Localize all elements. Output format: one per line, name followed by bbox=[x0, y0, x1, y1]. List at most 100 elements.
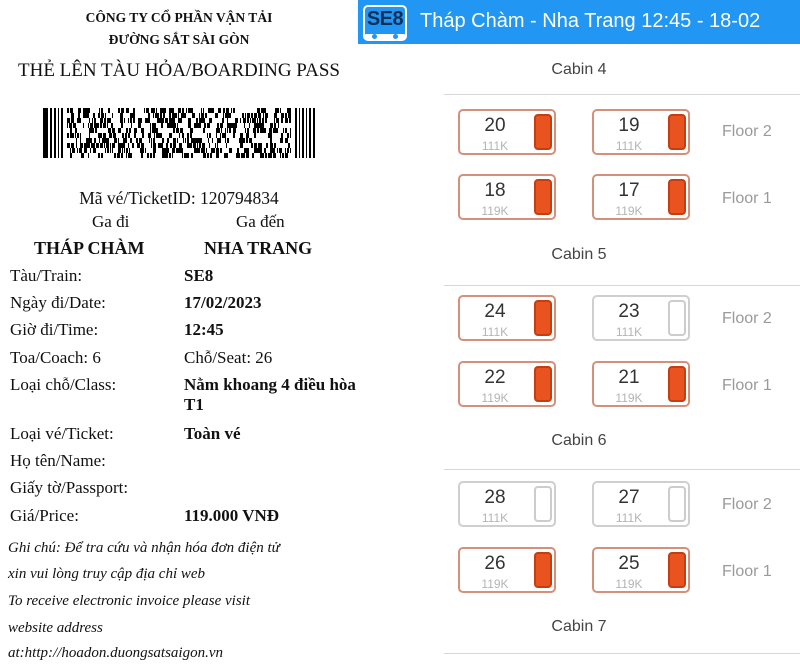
seat-23[interactable]: 23 111K bbox=[592, 295, 690, 341]
seat-status-indicator bbox=[534, 366, 552, 402]
seat-price: 111K bbox=[615, 325, 643, 337]
seat-status-indicator bbox=[668, 179, 686, 215]
floor-label: Floor 1 bbox=[722, 190, 772, 207]
seat-price: 119K bbox=[481, 204, 509, 216]
train-icon-base bbox=[365, 34, 405, 39]
seat-status-indicator bbox=[668, 300, 686, 336]
seat-27[interactable]: 27 111K bbox=[592, 481, 690, 527]
train-code: SE8 bbox=[366, 8, 404, 30]
coach-text: Toa/Coach: 6 bbox=[10, 348, 101, 367]
price-label: Giá/Price: bbox=[10, 506, 79, 525]
note-line: xin vui lòng truy cập địa chỉ web bbox=[8, 566, 206, 582]
seat-price: 119K bbox=[615, 391, 643, 403]
seat-number: 19 bbox=[618, 115, 640, 136]
floor-label: Floor 1 bbox=[722, 563, 772, 580]
seat-price: 119K bbox=[615, 577, 643, 589]
date-label: Ngày đi/Date: bbox=[10, 293, 106, 312]
train-icon: SE8 bbox=[363, 5, 407, 41]
cabin-label: Cabin 6 bbox=[551, 432, 607, 449]
train-icon-lamp bbox=[372, 34, 377, 39]
seat-price: 119K bbox=[481, 577, 509, 589]
cabin-divider bbox=[444, 653, 800, 654]
seat-status-indicator bbox=[534, 552, 552, 588]
class-value: Nằm khoang 4 điều hòa T1 bbox=[184, 375, 356, 414]
seat-22[interactable]: 22 119K bbox=[458, 361, 556, 407]
seat-number: 24 bbox=[484, 301, 506, 322]
ticket-type-value: Toàn vé bbox=[184, 424, 241, 443]
seat-price: 111K bbox=[615, 511, 643, 523]
route-title: Tháp Chàm - Nha Trang 12:45 - 18-02 bbox=[420, 10, 761, 32]
seat-text: Chỗ/Seat: 26 bbox=[184, 348, 273, 367]
seat-19[interactable]: 19 111K bbox=[592, 109, 690, 155]
seat-number: 26 bbox=[484, 553, 506, 574]
cabin-divider bbox=[444, 94, 800, 95]
invoice-url[interactable]: at:http://hoadon.duongsatsaigon.vn bbox=[8, 645, 223, 662]
floor-label: Floor 2 bbox=[722, 496, 772, 513]
company-name-line2: ĐƯỜNG SẮT SÀI GÒN bbox=[108, 32, 250, 47]
time-row: Giờ đi/Time: 12:45 bbox=[0, 320, 358, 344]
departure-station-label: Ga đi bbox=[92, 212, 130, 231]
passport-row: Giấy tờ/Passport: bbox=[0, 478, 358, 502]
class-label: Loại chỗ/Class: bbox=[10, 375, 117, 394]
seat-status-indicator bbox=[668, 552, 686, 588]
seat-price: 111K bbox=[481, 511, 509, 523]
seat-26[interactable]: 26 119K bbox=[458, 547, 556, 593]
seat-number: 20 bbox=[484, 115, 506, 136]
floor-label: Floor 2 bbox=[722, 310, 772, 327]
cabin-divider bbox=[444, 285, 800, 286]
note-line: To receive electronic invoice please vis… bbox=[8, 593, 250, 609]
seat-number: 27 bbox=[618, 487, 640, 508]
coach-seat-row: Toa/Coach: 6 Chỗ/Seat: 26 bbox=[0, 348, 358, 372]
seat-18[interactable]: 18 119K bbox=[458, 174, 556, 220]
arrival-station-label: Ga đến bbox=[236, 212, 285, 231]
company-name-line1: CÔNG TY CỔ PHẦN VẬN TẢI bbox=[85, 10, 273, 25]
seat-20[interactable]: 20 111K bbox=[458, 109, 556, 155]
price-row: Giá/Price: 119.000 VNĐ bbox=[0, 506, 358, 530]
seat-price: 119K bbox=[615, 204, 643, 216]
seat-17[interactable]: 17 119K bbox=[592, 174, 690, 220]
boarding-pass-title: THẺ LÊN TÀU HỎA/BOARDING PASS bbox=[18, 60, 340, 81]
train-row: Tàu/Train: SE8 bbox=[0, 266, 358, 290]
ticket-id: Mã vé/TicketID: 120794834 bbox=[79, 188, 279, 208]
floor-label: Floor 1 bbox=[722, 377, 772, 394]
price-value: 119.000 VNĐ bbox=[184, 506, 280, 525]
date-row: Ngày đi/Date: 17/02/2023 bbox=[0, 293, 358, 317]
note-line: Ghi chú: Để tra cứu và nhận hóa đơn điện… bbox=[8, 540, 280, 556]
seat-28[interactable]: 28 111K bbox=[458, 481, 556, 527]
seat-status-indicator bbox=[534, 486, 552, 522]
seat-number: 23 bbox=[618, 301, 640, 322]
seat-map-app: SE8 Tháp Chàm - Nha Trang 12:45 - 18-02 … bbox=[358, 0, 800, 666]
arrival-station: NHA TRANG bbox=[204, 238, 313, 258]
seat-price: 111K bbox=[481, 139, 509, 151]
boarding-pass: CÔNG TY CỔ PHẦN VẬN TẢI ĐƯỜNG SẮT SÀI GÒ… bbox=[0, 0, 358, 666]
name-row: Họ tên/Name: bbox=[0, 451, 358, 475]
seat-21[interactable]: 21 119K bbox=[592, 361, 690, 407]
seat-status-indicator bbox=[668, 486, 686, 522]
time-label: Giờ đi/Time: bbox=[10, 320, 99, 339]
cabin-label: Cabin 5 bbox=[551, 246, 607, 263]
seat-25[interactable]: 25 119K bbox=[592, 547, 690, 593]
seat-price: 111K bbox=[615, 139, 643, 151]
ticket-type-row: Loại vé/Ticket: Toàn vé bbox=[0, 424, 358, 448]
seat-status-indicator bbox=[534, 179, 552, 215]
train-icon-lamp bbox=[393, 34, 398, 39]
date-value: 17/02/2023 bbox=[184, 293, 262, 312]
departure-station: THÁP CHÀM bbox=[34, 238, 145, 258]
cabin-label: Cabin 4 bbox=[551, 61, 607, 78]
seat-status-indicator bbox=[534, 300, 552, 336]
note-line: website address bbox=[8, 620, 103, 636]
seat-24[interactable]: 24 111K bbox=[458, 295, 556, 341]
seat-number: 22 bbox=[484, 367, 506, 388]
cabin-divider bbox=[444, 469, 800, 470]
seat-status-indicator bbox=[668, 114, 686, 150]
passport-label: Giấy tờ/Passport: bbox=[10, 478, 129, 497]
floor-label: Floor 2 bbox=[722, 123, 772, 140]
seat-number: 28 bbox=[484, 487, 506, 508]
app-bar: SE8 Tháp Chàm - Nha Trang 12:45 - 18-02 bbox=[358, 0, 800, 44]
seat-number: 25 bbox=[618, 553, 640, 574]
seat-price: 119K bbox=[481, 391, 509, 403]
ticket-type-label: Loại vé/Ticket: bbox=[10, 424, 114, 443]
train-value: SE8 bbox=[184, 266, 214, 285]
seat-number: 17 bbox=[618, 180, 640, 201]
seat-number: 21 bbox=[618, 367, 640, 388]
